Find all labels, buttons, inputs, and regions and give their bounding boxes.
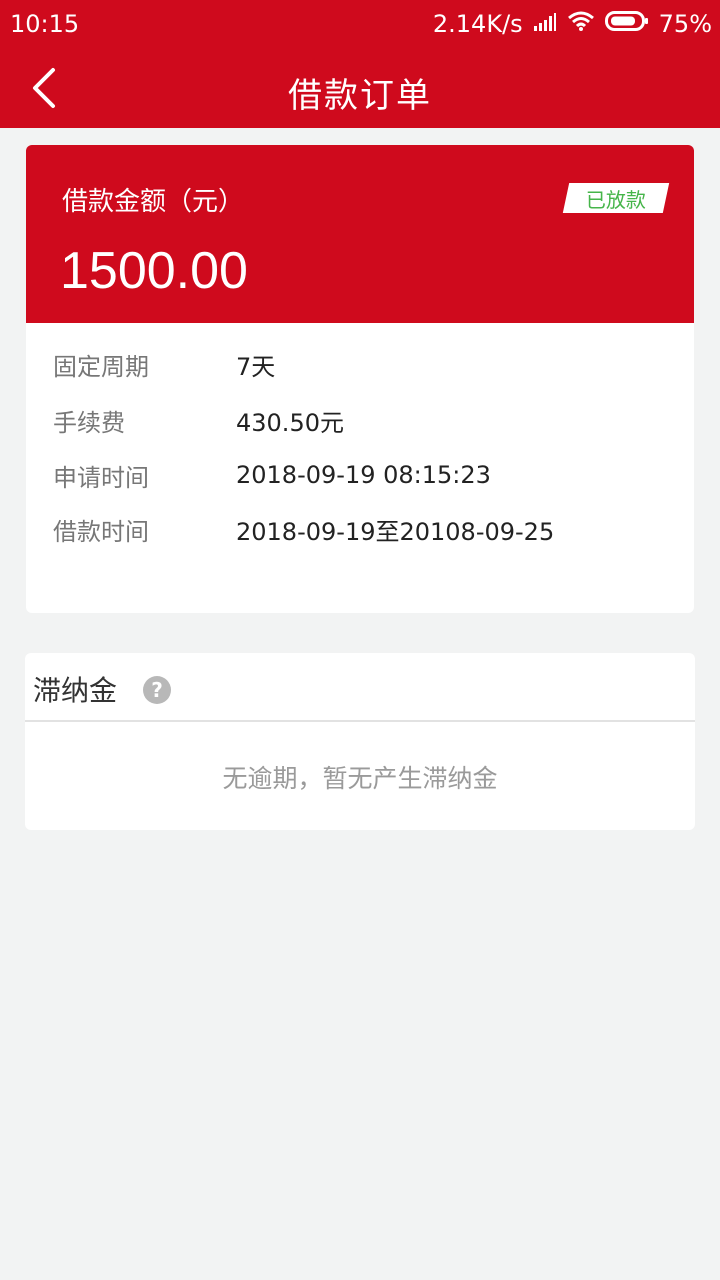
loan-details: 固定周期 7天 手续费 430.50元 申请时间 2018-09-19 08:1… bbox=[26, 323, 694, 613]
apply-time-value: 2018-09-19 08:15:23 bbox=[236, 461, 491, 489]
fee-value: 430.50元 bbox=[236, 408, 344, 437]
status-bar: 10:15 2.14K/s 75% bbox=[0, 0, 720, 50]
status-indicators: 2.14K/s 75% bbox=[433, 10, 712, 38]
network-speed: 2.14K/s bbox=[432, 10, 523, 38]
page-title: 借款订单 bbox=[288, 76, 432, 116]
signal-icon bbox=[533, 10, 557, 38]
loan-period-label: 借款时间 bbox=[53, 517, 149, 546]
detail-row-apply-time: 申请时间 2018-09-19 08:15:23 bbox=[53, 455, 491, 495]
header: 10:15 2.14K/s 75% 借款订单 bbox=[0, 0, 720, 128]
loan-period-value: 2018-09-19至20108-09-25 bbox=[236, 517, 555, 546]
divider bbox=[25, 720, 695, 722]
question-mark-icon[interactable]: ? bbox=[143, 676, 171, 704]
status-badge: 已放款 bbox=[562, 183, 670, 213]
battery-icon bbox=[604, 10, 649, 38]
navigation-bar: 借款订单 bbox=[0, 50, 720, 128]
period-value: 7天 bbox=[236, 352, 276, 381]
page-background bbox=[0, 850, 720, 1280]
period-label: 固定周期 bbox=[53, 352, 149, 381]
apply-time-label: 申请时间 bbox=[53, 463, 149, 492]
late-fee-header: 滞纳金 ? bbox=[25, 653, 695, 721]
battery-percentage: 75% bbox=[658, 10, 712, 38]
late-fee-title: 滞纳金 bbox=[33, 674, 118, 707]
detail-row-fee: 手续费 430.50元 bbox=[53, 400, 344, 440]
fee-label: 手续费 bbox=[53, 408, 125, 437]
late-fee-card: 滞纳金 ? 无逾期，暂无产生滞纳金 bbox=[25, 653, 695, 830]
amount-value: 1500.00 bbox=[60, 242, 248, 300]
wifi-icon bbox=[567, 10, 595, 38]
late-fee-empty-text: 无逾期，暂无产生滞纳金 bbox=[222, 764, 498, 793]
status-badge-label: 已放款 bbox=[586, 187, 646, 212]
status-time: 10:15 bbox=[10, 10, 80, 38]
detail-row-period: 固定周期 7天 bbox=[53, 344, 275, 384]
amount-label: 借款金额（元） bbox=[62, 187, 245, 217]
detail-row-loan-period: 借款时间 2018-09-19至20108-09-25 bbox=[53, 509, 554, 549]
loan-amount-card: 借款金额（元） 1500.00 已放款 bbox=[26, 145, 694, 323]
